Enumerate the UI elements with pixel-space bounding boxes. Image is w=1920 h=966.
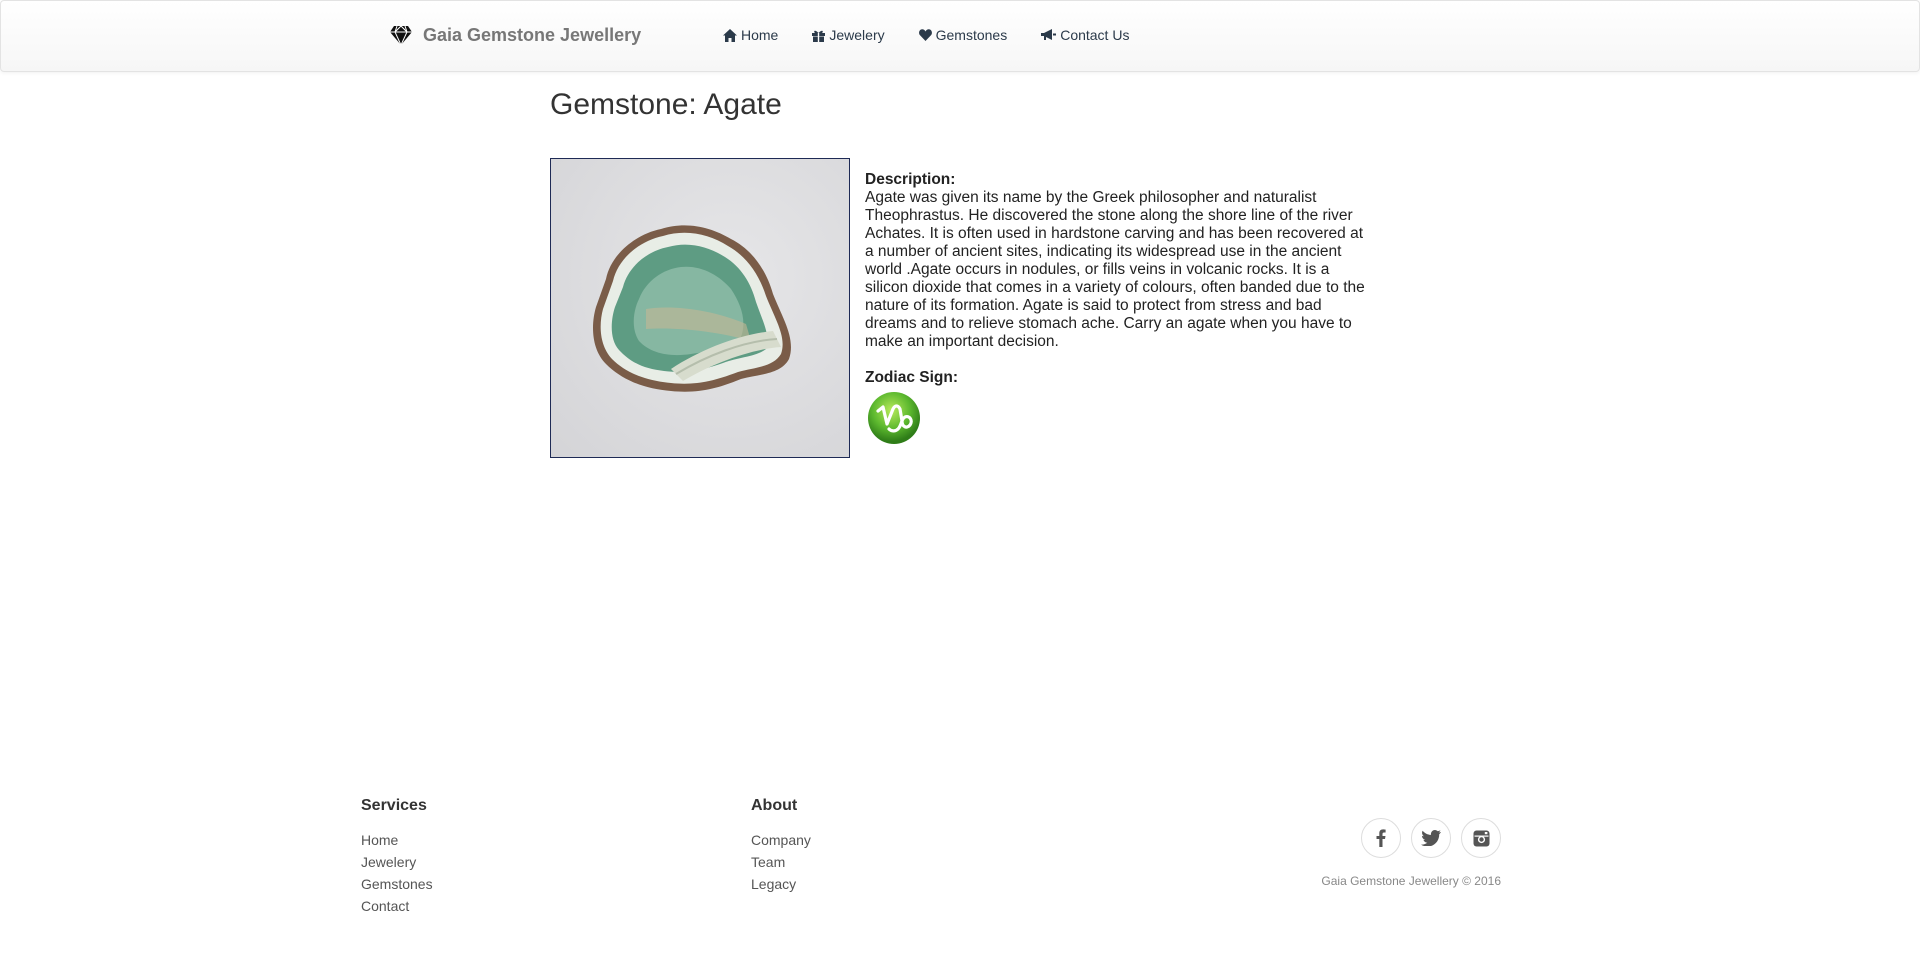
nav-jewelery-label: Jewelery [829, 27, 885, 43]
footer-services-heading: Services [361, 797, 427, 814]
capricorn-icon [868, 392, 920, 444]
instagram-icon [1473, 830, 1489, 846]
nav-contact[interactable]: Contact Us [1041, 27, 1129, 43]
page-title: Gemstone: Agate [550, 88, 782, 121]
nav-gemstones-label: Gemstones [935, 27, 1008, 43]
footer-link-team[interactable]: Team [751, 851, 811, 873]
description-label: Description: [865, 171, 956, 188]
footer-link-contact[interactable]: Contact [361, 895, 433, 917]
nav-home[interactable]: Home [723, 27, 778, 43]
twitter-icon [1421, 830, 1441, 846]
agate-image [593, 225, 791, 392]
footer-services: Services Home Jewelery Gemstones Contact [361, 797, 433, 917]
heart-icon [918, 29, 932, 41]
nav-gemstones[interactable]: Gemstones [918, 27, 1008, 43]
footer-link-legacy[interactable]: Legacy [751, 873, 811, 895]
gemstone-info: Description: Agate was given its name by… [865, 171, 1365, 450]
nav-contact-label: Contact Us [1060, 27, 1130, 43]
facebook-icon [1376, 829, 1386, 847]
gift-icon [812, 30, 826, 42]
diamond-icon [390, 25, 412, 47]
main-nav: Home Jewelery Gemstones Contact Us [723, 27, 1163, 43]
zodiac-label: Zodiac Sign: [865, 369, 958, 386]
description-text: Agate was given its name by the Greek ph… [865, 189, 1365, 350]
copyright: Gaia Gemstone Jewellery © 2016 [1321, 874, 1501, 888]
footer-about-heading: About [751, 797, 798, 814]
twitter-button[interactable] [1411, 818, 1451, 858]
facebook-button[interactable] [1361, 818, 1401, 858]
footer-link-home[interactable]: Home [361, 829, 433, 851]
bullhorn-icon [1041, 29, 1057, 40]
brand-link[interactable]: Gaia Gemstone Jewellery [389, 23, 641, 47]
footer-link-gemstones[interactable]: Gemstones [361, 873, 433, 895]
brand-name: Gaia Gemstone Jewellery [423, 24, 642, 45]
nav-jewelery[interactable]: Jewelery [812, 27, 885, 43]
footer-link-jewelery[interactable]: Jewelery [361, 851, 433, 873]
gemstone-photo [550, 158, 850, 458]
nav-home-label: Home [741, 27, 779, 43]
navbar: Gaia Gemstone Jewellery Home Jewelery Ge… [0, 0, 1920, 72]
footer-link-company[interactable]: Company [751, 829, 811, 851]
instagram-button[interactable] [1461, 818, 1501, 858]
footer-about: About Company Team Legacy [751, 797, 811, 895]
home-icon [723, 28, 737, 42]
